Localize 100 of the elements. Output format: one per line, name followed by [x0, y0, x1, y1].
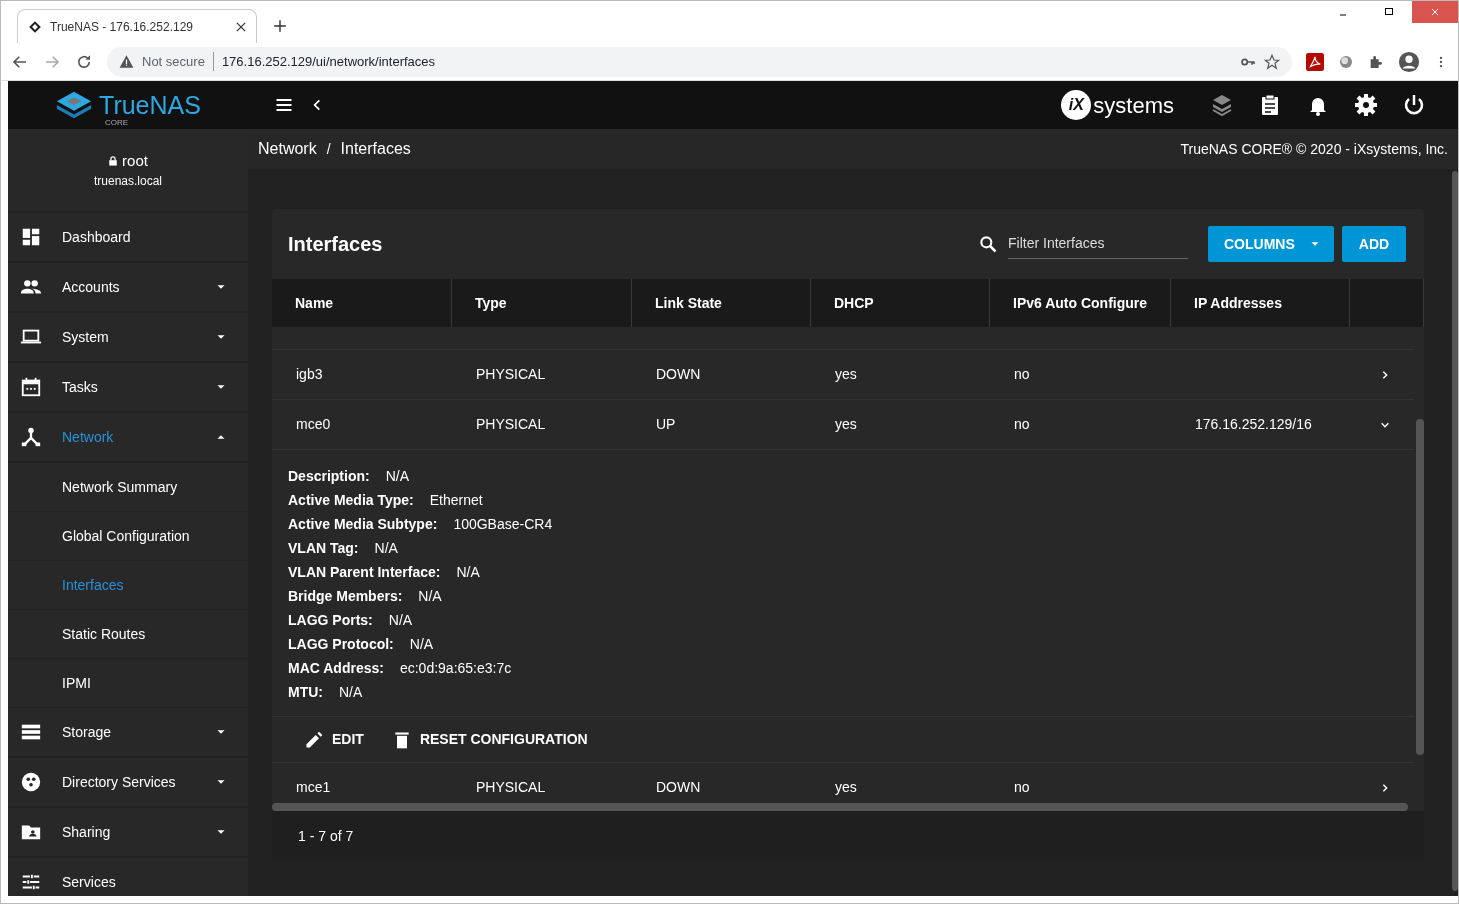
detail-value: N/A [409, 634, 434, 654]
table-cell-text: yes [835, 415, 857, 434]
table-cell-text: yes [835, 778, 857, 797]
star-icon[interactable] [1264, 53, 1280, 70]
table-cell-text: yes [835, 365, 857, 384]
table-cell-text: DOWN [656, 778, 701, 797]
sidebar-item[interactable]: Tasks [8, 363, 248, 413]
detail-label: Active Media Type: [288, 490, 414, 510]
table-cell-text: no [1014, 365, 1030, 384]
detail-value: N/A [388, 610, 413, 630]
url-text: 176.16.252.129/ui/network/interfaces [221, 52, 437, 71]
reset-button[interactable]: RESET CONFIGURATION [391, 729, 588, 750]
detail-value: ec:0d:9a:65:e3:7c [399, 658, 512, 678]
detail-label: VLAN Parent Interface: [288, 562, 441, 582]
sphere-extension-icon[interactable] [1338, 53, 1354, 70]
table-cell-text: igb3 [296, 365, 323, 384]
detail-label: Active Media Subtype: [288, 514, 438, 534]
detail-value: Ethernet [429, 490, 483, 510]
table-cell-text: mce1 [296, 778, 331, 797]
table-cell-text: DOWN [656, 365, 701, 384]
sidebar-subitem[interactable]: Static Routes [8, 610, 248, 659]
puzzle-icon[interactable] [1368, 53, 1384, 70]
table-cell-text: 176.16.252.129/16 [1195, 415, 1312, 434]
new-tab-icon[interactable] [273, 19, 287, 33]
edit-button[interactable]: EDIT [304, 729, 364, 750]
detail-label: LAGG Protocol: [288, 634, 394, 654]
detail-value: 100GBase-CR4 [453, 514, 553, 534]
calendar-icon [20, 376, 42, 398]
pagination-text: 1 - 7 of 7 [298, 826, 354, 846]
search-icon[interactable] [978, 234, 998, 254]
table-cell-text: PHYSICAL [476, 365, 546, 384]
detail-value: N/A [339, 682, 363, 702]
column-header[interactable]: DHCP [811, 279, 990, 327]
detail-label: LAGG Ports: [288, 610, 373, 630]
detail-value: N/A [418, 586, 442, 606]
site-icon [28, 19, 42, 34]
tab-title: TrueNAS - 176.16.252.129 [50, 18, 194, 36]
close-icon[interactable] [236, 21, 246, 32]
sidebar-subitem[interactable]: Global Configuration [8, 512, 248, 561]
table-cell-text: PHYSICAL [476, 778, 546, 797]
sidebar-subitem[interactable]: IPMI [8, 659, 248, 708]
sidebar-item[interactable]: Services [8, 858, 248, 896]
detail-value: N/A [456, 562, 480, 582]
profile-icon[interactable] [1398, 50, 1420, 73]
dashboard-icon [20, 226, 42, 248]
detail-label: Bridge Members: [288, 586, 403, 606]
lock-icon [108, 155, 119, 167]
hostname: truenas.local [93, 173, 162, 191]
detail-label: VLAN Tag: [288, 538, 359, 558]
layers-icon[interactable] [1210, 93, 1234, 117]
column-header[interactable]: IP Addresses [1171, 279, 1350, 327]
scrollbar[interactable] [272, 803, 1408, 811]
scrollbar[interactable] [1416, 419, 1424, 755]
breadcrumb-separator: / [326, 139, 331, 159]
column-header[interactable]: Link State [632, 279, 811, 327]
sidebar-item[interactable]: Sharing [8, 808, 248, 858]
vendor-text: systems [1093, 91, 1174, 120]
sidebar-item[interactable]: Directory Services [8, 758, 248, 808]
pdf-extension-icon[interactable] [1306, 52, 1324, 71]
pencil-icon [304, 729, 324, 750]
logo-subtitle: CORE [105, 118, 129, 127]
settings-icon[interactable] [1354, 93, 1378, 117]
expand-chevron-icon[interactable] [1380, 369, 1390, 380]
table-cell-text: UP [656, 415, 676, 434]
breadcrumb-link[interactable]: Network [258, 137, 317, 161]
filter-field[interactable]: Filter Interfaces [1008, 229, 1188, 259]
power-icon[interactable] [1402, 93, 1426, 117]
detail-value: N/A [374, 538, 398, 558]
warning-icon [119, 54, 134, 69]
column-header[interactable]: Name [272, 279, 452, 327]
table-cell-text: no [1014, 415, 1030, 434]
breadcrumb-link[interactable]: Interfaces [340, 137, 411, 161]
logo-icon [55, 90, 94, 120]
sidebar-item[interactable]: Network [8, 413, 248, 463]
detail-value: N/A [385, 466, 410, 486]
detail-label: MTU: [288, 682, 323, 702]
directory-icon [20, 771, 42, 793]
table-cell-text: no [1014, 778, 1030, 797]
security-label: Not secure [142, 51, 214, 72]
column-header[interactable]: IPv6 Auto Configure [990, 279, 1171, 327]
detail-label: MAC Address: [288, 658, 384, 678]
vendor-mark: iX [1061, 90, 1092, 120]
logo-text: TrueNAS [99, 90, 201, 119]
sidebar-item[interactable]: Accounts [8, 263, 248, 313]
column-header[interactable]: Type [452, 279, 632, 327]
copyright-text: TrueNAS CORE® © 2020 - iXsystems, Inc. [1180, 139, 1448, 159]
address-bar[interactable]: Not secure 176.16.252.129/ui/network/interfaces [107, 46, 1292, 77]
table-row[interactable]: igb3 PHYSICAL DOWN yes no [272, 349, 1414, 399]
network-icon [20, 426, 42, 448]
sidebar-subitem[interactable]: Network Summary [8, 463, 248, 512]
sidebar-item[interactable]: Dashboard [8, 213, 248, 263]
card-title: Interfaces [288, 232, 384, 257]
maximize-icon[interactable] [1383, 6, 1395, 18]
expand-chevron-icon[interactable] [1380, 782, 1390, 793]
sidebar-subitem[interactable]: Interfaces [8, 561, 248, 610]
browser-tab[interactable]: TrueNAS - 176.16.252.129 [17, 9, 257, 43]
sidebar-item[interactable]: System [8, 313, 248, 363]
detail-label: Description: [288, 466, 370, 486]
table-row[interactable]: mce0 PHYSICAL UP yes no 176.16.252.129/16 [272, 399, 1414, 449]
sidebar-item[interactable]: Storage [8, 708, 248, 758]
